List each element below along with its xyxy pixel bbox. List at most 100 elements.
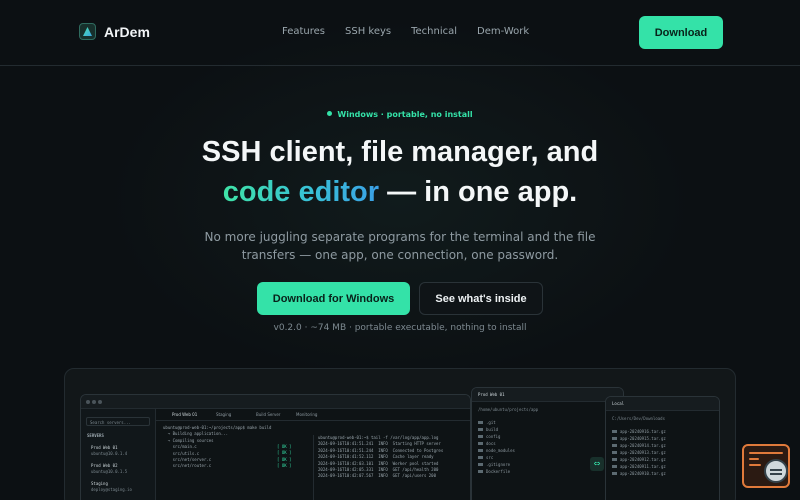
platform-badge: Windows · portable, no install <box>0 110 800 119</box>
folder-icon <box>478 428 483 431</box>
headline-highlight: code editor <box>222 176 380 208</box>
transfer-arrows-icon[interactable]: ⇔ <box>590 457 604 471</box>
terminal-line: 2024-09-16T10:42:07.567 INFO GET /api/us… <box>318 473 437 479</box>
server-item-host: ubuntu@10.0.1.5 <box>91 469 128 474</box>
file-row[interactable]: node_modules <box>478 448 515 453</box>
terminal-window-titlebar <box>81 395 470 409</box>
ardem-logo-icon <box>79 23 96 40</box>
see-inside-button[interactable]: See what's inside <box>419 282 543 315</box>
download-windows-button[interactable]: Download for Windows <box>257 282 410 315</box>
top-nav: ArDem Features SSH keys Technical Dem-Wo… <box>0 0 800 66</box>
app-preview: Search servers... SERVERS Prod Web 01 ub… <box>64 368 736 500</box>
widget-avatar-icon <box>764 459 788 483</box>
tab-monitoring[interactable]: Monitoring <box>296 412 317 417</box>
version-meta: v0.2.0 · ~74 MB · portable executable, n… <box>273 323 527 333</box>
nav-download-button[interactable]: Download <box>639 16 723 49</box>
file-icon <box>478 470 483 473</box>
file-name: app-20240911.tar.gz <box>620 464 666 469</box>
file-name: build <box>486 427 499 432</box>
folder-icon <box>478 421 483 424</box>
file-name: app-20240915.tar.gz <box>620 436 666 441</box>
file-icon <box>612 430 617 433</box>
file-row[interactable]: app-20240913.tar.gz <box>612 450 666 455</box>
servers-header: SERVERS <box>87 433 104 438</box>
file-row[interactable]: config <box>478 434 500 439</box>
status-dot-icon <box>327 111 333 116</box>
file-row[interactable]: .gitignore <box>478 462 510 467</box>
local-path[interactable]: C:/Users/Dev/Downloads <box>612 416 665 421</box>
window-control-icon <box>92 400 96 404</box>
file-name: app-20240912.tar.gz <box>620 457 666 462</box>
widget-line <box>749 458 759 460</box>
server-search-input[interactable]: Search servers... <box>86 417 150 426</box>
file-icon <box>612 451 617 454</box>
remote-file-titlebar: Prod Web 01 <box>472 388 623 402</box>
file-row[interactable]: src <box>478 455 493 460</box>
nav-link-ssh-keys[interactable]: SSH keys <box>345 26 391 37</box>
headline-line-1: SSH client, file manager, and <box>201 136 599 168</box>
feedback-widget-icon[interactable] <box>742 444 790 488</box>
folder-icon <box>478 456 483 459</box>
server-sidebar: Search servers... SERVERS Prod Web 01 ub… <box>81 409 156 500</box>
terminal-ok-column: [ OK ] [ OK ] [ OK ] [ OK ] <box>277 444 307 500</box>
server-search-placeholder: Search servers... <box>90 420 131 425</box>
headline-line-2: code editor — in one app. <box>0 176 800 209</box>
file-row[interactable]: app-20240916.tar.gz <box>612 429 666 434</box>
nav-link-features[interactable]: Features <box>282 26 325 37</box>
file-name: .git <box>486 420 496 425</box>
file-name: config <box>486 434 501 439</box>
folder-icon <box>478 442 483 445</box>
file-row[interactable]: Dockerfile <box>478 469 510 474</box>
nav-link-technical[interactable]: Technical <box>411 26 457 37</box>
nav-link-dem-work[interactable]: Dem-Work <box>477 26 529 37</box>
file-icon <box>612 437 617 440</box>
file-name: src <box>486 455 494 460</box>
server-item-host: ubuntu@10.0.1.4 <box>91 451 128 456</box>
window-control-icon <box>86 400 90 404</box>
file-icon <box>612 444 617 447</box>
file-icon <box>612 458 617 461</box>
file-row[interactable]: app-20240911.tar.gz <box>612 464 666 469</box>
local-file-window: Local C:/Users/Dev/Downloads app-2024091… <box>605 396 720 500</box>
remote-file-title: Prod Web 01 <box>478 392 505 397</box>
widget-line <box>749 452 783 454</box>
widget-line <box>749 464 761 466</box>
file-name: .gitignore <box>486 462 511 467</box>
remote-file-window: Prod Web 01 /home/ubuntu/projects/app .g… <box>471 387 624 500</box>
server-item-name[interactable]: Prod Web 02 <box>91 463 118 468</box>
file-name: docs <box>486 441 496 446</box>
file-row[interactable]: build <box>478 427 498 432</box>
platform-badge-text: Windows · portable, no install <box>337 110 473 119</box>
brand[interactable]: ArDem <box>79 23 150 40</box>
file-row[interactable]: app-20240910.tar.gz <box>612 471 666 476</box>
server-item-host: deploy@staging.io <box>91 487 132 492</box>
file-row[interactable]: .git <box>478 420 496 425</box>
file-row[interactable]: docs <box>478 441 496 446</box>
server-item-name[interactable]: Staging <box>91 481 108 486</box>
terminal-tabs: Prod Web 01 Staging Build Server Monitor… <box>156 409 470 421</box>
file-name: app-20240914.tar.gz <box>620 443 666 448</box>
tab-staging[interactable]: Staging <box>216 412 231 417</box>
file-row[interactable]: app-20240914.tar.gz <box>612 443 666 448</box>
nav-links: Features SSH keys Technical Dem-Work <box>282 26 529 37</box>
terminal-window: Search servers... SERVERS Prod Web 01 ub… <box>80 394 471 500</box>
local-file-title: Local <box>612 401 625 406</box>
terminal-pane-logs[interactable]: ubuntu@prod-web-01:~$ tail -f /var/log/a… <box>313 435 469 500</box>
file-name: app-20240913.tar.gz <box>620 450 666 455</box>
folder-icon <box>478 449 483 452</box>
file-row[interactable]: app-20240912.tar.gz <box>612 457 666 462</box>
window-control-icon <box>98 400 102 404</box>
file-name: app-20240916.tar.gz <box>620 429 666 434</box>
tab-prod-web-01[interactable]: Prod Web 01 <box>172 412 197 417</box>
terminal-ok: [ OK ] <box>277 463 292 469</box>
tab-build-server[interactable]: Build Server <box>256 412 280 417</box>
file-icon <box>478 463 483 466</box>
remote-path[interactable]: /home/ubuntu/projects/app <box>478 407 538 412</box>
file-icon <box>612 465 617 468</box>
hero-subtitle: No more juggling separate programs for t… <box>204 230 596 262</box>
file-name: node_modules <box>486 448 515 453</box>
server-item-name[interactable]: Prod Web 01 <box>91 445 118 450</box>
file-icon <box>612 472 617 475</box>
file-row[interactable]: app-20240915.tar.gz <box>612 436 666 441</box>
folder-icon <box>478 435 483 438</box>
